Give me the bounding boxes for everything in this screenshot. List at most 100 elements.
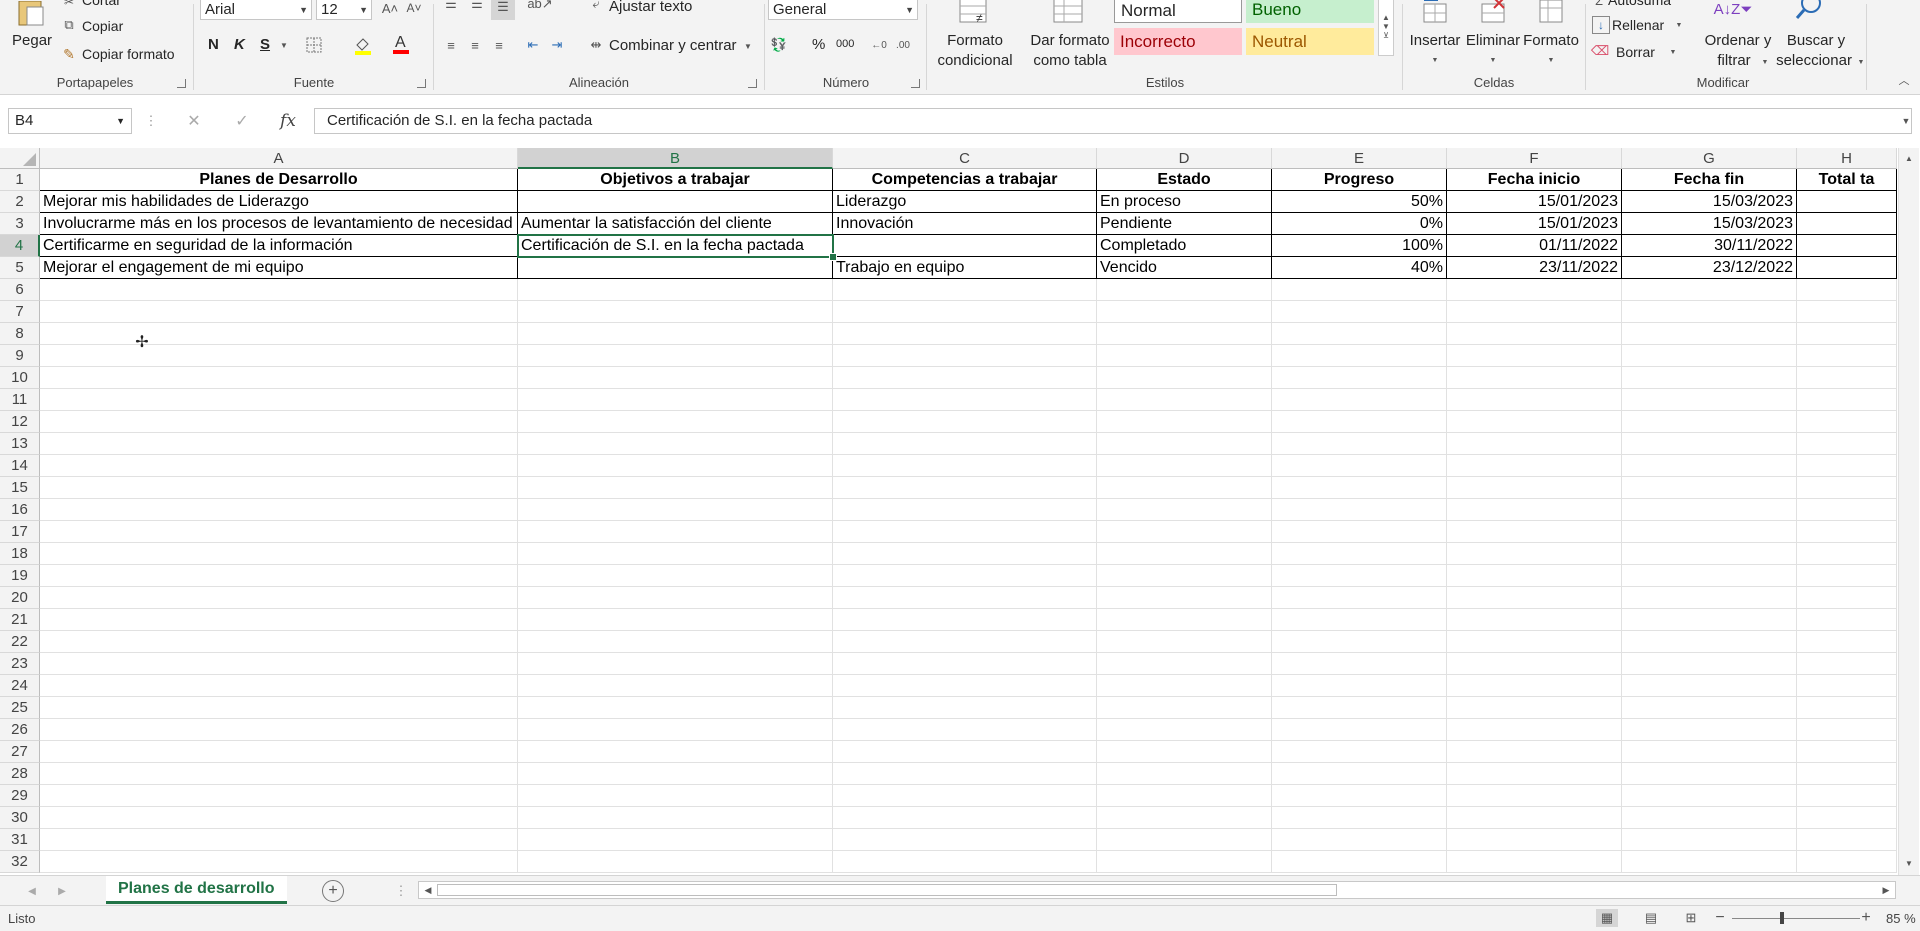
empty-cell[interactable]: [518, 389, 833, 411]
align-right-icon[interactable]: ≡: [489, 36, 509, 54]
styles-scroll[interactable]: ▲ ▼ ⊻: [1378, 0, 1394, 56]
format-as-table-icon[interactable]: [1024, 0, 1114, 28]
empty-cell[interactable]: [1447, 477, 1622, 499]
empty-cell[interactable]: [40, 763, 518, 785]
column-header-b[interactable]: B: [518, 148, 833, 169]
empty-cell[interactable]: [1622, 433, 1797, 455]
orientation-icon[interactable]: ab↗: [527, 0, 553, 12]
empty-cell[interactable]: [1622, 609, 1797, 631]
empty-cell[interactable]: [1622, 279, 1797, 301]
sheet-tab-planes[interactable]: Planes de desarrollo: [106, 876, 287, 904]
number-launcher-icon[interactable]: [911, 79, 920, 88]
chevron-right-icon[interactable]: ▶: [1879, 882, 1893, 898]
table-cell[interactable]: 15/01/2023: [1447, 191, 1622, 213]
empty-cell[interactable]: [1097, 499, 1272, 521]
empty-cell[interactable]: [518, 741, 833, 763]
page-break-icon[interactable]: ⊞: [1680, 909, 1702, 927]
empty-cell[interactable]: [1272, 565, 1447, 587]
empty-cell[interactable]: [1097, 653, 1272, 675]
empty-cell[interactable]: [40, 279, 518, 301]
table-cell[interactable]: [518, 257, 833, 279]
insert-function-icon[interactable]: fx: [274, 110, 302, 132]
empty-cell[interactable]: [1447, 389, 1622, 411]
empty-cell[interactable]: [40, 301, 518, 323]
style-normal[interactable]: Normal: [1114, 0, 1242, 23]
row-header-17[interactable]: 17: [0, 521, 40, 543]
empty-cell[interactable]: [833, 851, 1097, 873]
zoom-level[interactable]: 85 %: [1886, 911, 1916, 926]
empty-cell[interactable]: [40, 851, 518, 873]
more-icon[interactable]: ⊻: [1383, 31, 1389, 40]
row-header-25[interactable]: 25: [0, 697, 40, 719]
row-header-1[interactable]: 1: [0, 169, 40, 191]
conditional-format-icon[interactable]: ≠: [930, 0, 1020, 28]
chevron-down-icon[interactable]: ▼: [1901, 855, 1917, 871]
select-all-corner[interactable]: [0, 148, 40, 169]
empty-cell[interactable]: [1622, 653, 1797, 675]
empty-cell[interactable]: [1097, 675, 1272, 697]
header-cell[interactable]: Competencias a trabajar: [833, 169, 1097, 191]
row-header-21[interactable]: 21: [0, 609, 40, 631]
empty-cell[interactable]: [40, 543, 518, 565]
merge-center-icon[interactable]: ⇹: [587, 36, 605, 54]
format-as-table-label-1[interactable]: Dar formato: [1024, 32, 1116, 49]
empty-cell[interactable]: [1272, 697, 1447, 719]
table-cell[interactable]: 30/11/2022: [1622, 235, 1797, 257]
fill-color-icon[interactable]: [352, 34, 374, 56]
row-header-2[interactable]: 2: [0, 191, 40, 213]
zoom-out-icon[interactable]: −: [1712, 909, 1728, 927]
empty-cell[interactable]: [1797, 499, 1897, 521]
empty-cell[interactable]: [518, 675, 833, 697]
empty-cell[interactable]: [1272, 367, 1447, 389]
empty-cell[interactable]: [1797, 719, 1897, 741]
empty-cell[interactable]: [1272, 675, 1447, 697]
empty-cell[interactable]: [1272, 763, 1447, 785]
empty-cell[interactable]: [1797, 433, 1897, 455]
table-cell[interactable]: 23/11/2022: [1447, 257, 1622, 279]
empty-cell[interactable]: [833, 411, 1097, 433]
chevron-down-icon[interactable]: ▼: [1674, 19, 1684, 31]
empty-cell[interactable]: [833, 543, 1097, 565]
row-header-11[interactable]: 11: [0, 389, 40, 411]
empty-cell[interactable]: [40, 565, 518, 587]
row-header-19[interactable]: 19: [0, 565, 40, 587]
empty-cell[interactable]: [1272, 807, 1447, 829]
empty-cell[interactable]: [833, 521, 1097, 543]
eraser-icon[interactable]: ⌫: [1591, 43, 1609, 59]
empty-cell[interactable]: [1272, 301, 1447, 323]
cut-icon[interactable]: ✂: [60, 0, 78, 10]
empty-cell[interactable]: [1797, 829, 1897, 851]
empty-cell[interactable]: [518, 851, 833, 873]
empty-cell[interactable]: [1097, 367, 1272, 389]
empty-cell[interactable]: [1272, 587, 1447, 609]
empty-cell[interactable]: [833, 697, 1097, 719]
underline-button[interactable]: S: [260, 36, 270, 53]
worksheet-grid[interactable]: ABCDEFGH 1 2 3 4 5 6 7 8 9 10 11 12 13 14 15 16 17 18 19 20…: [0, 148, 1920, 875]
insert-button[interactable]: Insertar: [1405, 32, 1465, 49]
empty-cell[interactable]: [833, 587, 1097, 609]
collapse-ribbon-icon[interactable]: ︿: [1896, 72, 1912, 88]
empty-cell[interactable]: [1797, 389, 1897, 411]
table-cell[interactable]: [833, 235, 1097, 257]
empty-cell[interactable]: [1622, 499, 1797, 521]
empty-cell[interactable]: [518, 587, 833, 609]
empty-cell[interactable]: [833, 477, 1097, 499]
insert-cells-icon[interactable]: [1405, 0, 1465, 28]
empty-cell[interactable]: [518, 653, 833, 675]
column-header-d[interactable]: D: [1097, 148, 1272, 169]
zoom-slider-thumb[interactable]: [1780, 912, 1784, 924]
empty-cell[interactable]: [1622, 785, 1797, 807]
empty-cell[interactable]: [1272, 851, 1447, 873]
empty-cell[interactable]: [833, 389, 1097, 411]
empty-cell[interactable]: [1447, 785, 1622, 807]
clear-button[interactable]: Borrar: [1616, 44, 1655, 60]
decrease-indent-icon[interactable]: ⇤: [523, 36, 543, 54]
delete-button[interactable]: Eliminar: [1463, 32, 1523, 49]
header-cell[interactable]: Fecha inicio: [1447, 169, 1622, 191]
percent-button[interactable]: %: [812, 36, 825, 53]
thousands-button[interactable]: 000: [836, 38, 854, 50]
align-center-icon[interactable]: ≡: [465, 36, 485, 54]
table-cell[interactable]: [518, 191, 833, 213]
empty-cell[interactable]: [833, 565, 1097, 587]
row-header-4[interactable]: 4: [0, 235, 40, 257]
